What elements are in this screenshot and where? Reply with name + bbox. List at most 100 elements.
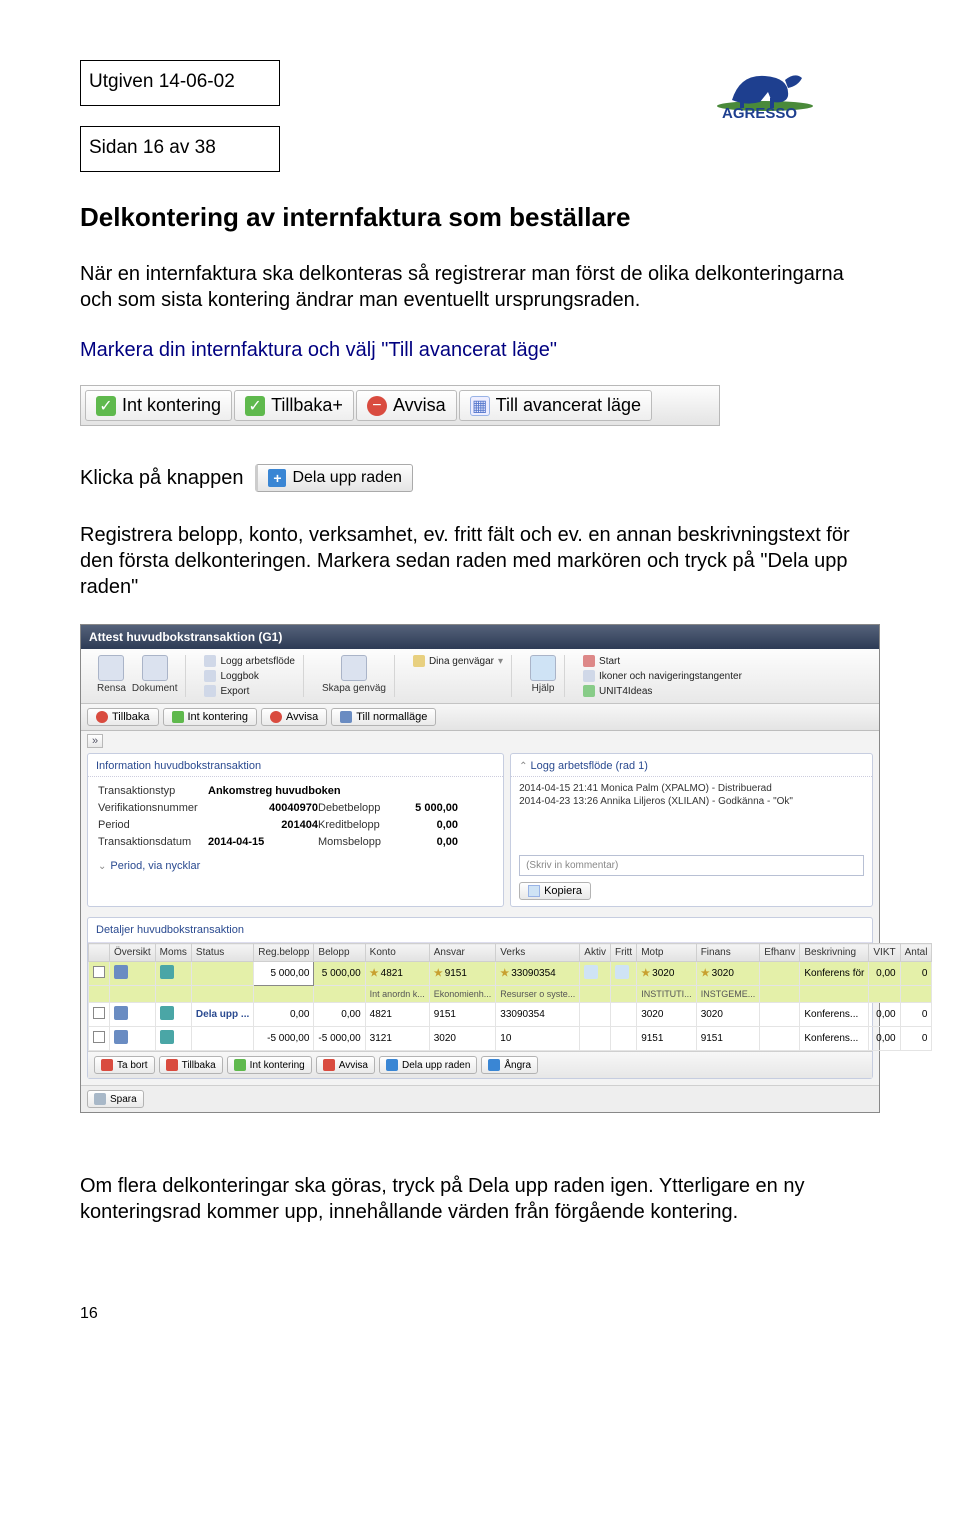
- overview-icon[interactable]: [114, 1006, 128, 1020]
- verifnr-value: 40040970: [208, 802, 318, 814]
- period-label: Period: [98, 819, 208, 831]
- tillbaka-plus-label: Tillbaka+: [271, 395, 343, 416]
- help-icon: [530, 655, 556, 681]
- rensa-button[interactable]: Rensa: [97, 655, 126, 694]
- tillbaka-plus-button[interactable]: ✓ Tillbaka+: [234, 390, 354, 421]
- document-icon: [142, 655, 168, 681]
- detail-table: Översikt Moms Status Reg.belopp Belopp K…: [88, 943, 932, 1051]
- int-kontering-button[interactable]: Int kontering: [163, 708, 258, 726]
- magnifier-icon: [204, 655, 216, 667]
- star-icon: [413, 655, 425, 667]
- moms-value: 0,00: [388, 836, 458, 848]
- start-link[interactable]: Start: [583, 655, 620, 667]
- info-pane-title: Information huvudbokstransaktion: [88, 754, 503, 777]
- kredit-value: 0,00: [388, 819, 458, 831]
- detail-title: Detaljer huvudbokstransaktion: [88, 918, 872, 943]
- check-icon: ✓: [245, 396, 265, 416]
- transdatum-value: 2014-04-15: [208, 836, 318, 848]
- check-icon: [234, 1059, 246, 1071]
- undo-icon: [488, 1059, 500, 1071]
- row-checkbox[interactable]: [93, 1007, 105, 1019]
- moms-icon[interactable]: [160, 965, 174, 979]
- chevron-down-icon: ⌄: [98, 861, 106, 872]
- info-icon: [583, 670, 595, 682]
- minus-icon: [96, 711, 108, 723]
- export-link[interactable]: Export: [204, 685, 249, 697]
- app-window: Attest huvudbokstransaktion (G1) Rensa D…: [80, 624, 880, 1113]
- dokument-label: Dokument: [132, 683, 178, 694]
- register-paragraph: Registrera belopp, konto, verksamhet, ev…: [80, 522, 880, 600]
- period-via-nycklar[interactable]: ⌄Period, via nycklar: [88, 856, 503, 880]
- unit4-link[interactable]: UNIT4Ideas: [583, 685, 652, 697]
- check-icon: ✓: [96, 396, 116, 416]
- minus-icon: [270, 711, 282, 723]
- grid-icon: [340, 711, 352, 723]
- angra-button[interactable]: Ångra: [481, 1056, 538, 1074]
- info-pane: Information huvudbokstransaktion Transak…: [87, 753, 504, 907]
- loggbok-link[interactable]: Loggbok: [204, 670, 258, 682]
- table-row[interactable]: Dela upp ... 0,00 0,00 4821 9151 3309035…: [89, 1003, 932, 1027]
- debet-label: Debetbelopp: [318, 802, 388, 814]
- logg-arbetsflode-link[interactable]: Logg arbetsflöde: [204, 655, 295, 667]
- int-kontering-button[interactable]: ✓ Int kontering: [85, 390, 232, 421]
- ikoner-link[interactable]: Ikoner och navigeringstangenter: [583, 670, 742, 682]
- verifnr-label: Verifikationsnummer: [98, 802, 208, 814]
- row-checkbox[interactable]: [93, 1031, 105, 1043]
- tillbaka-button[interactable]: Tillbaka: [87, 708, 159, 726]
- minus-icon: −: [367, 396, 387, 416]
- avvisa-button[interactable]: Avvisa: [261, 708, 327, 726]
- till-avancerat-button[interactable]: ▦ Till avancerat läge: [459, 390, 652, 421]
- spara-button[interactable]: Spara: [87, 1090, 144, 1108]
- home-icon: [583, 655, 595, 667]
- dela-upp-label: Dela upp raden: [292, 469, 401, 487]
- split-icon: [386, 1059, 398, 1071]
- action-toolbar: ✓ Int kontering ✓ Tillbaka+ − Avvisa ▦ T…: [80, 385, 720, 426]
- tillbaka-button[interactable]: Tillbaka: [159, 1056, 223, 1074]
- transaktionstyp-value: Ankomstreg huvudboken: [208, 785, 458, 797]
- moms-icon[interactable]: [160, 1030, 174, 1044]
- expand-toggle[interactable]: »: [87, 734, 103, 748]
- kopiera-button[interactable]: Kopiera: [519, 882, 591, 900]
- dela-upp-raden-button[interactable]: Dela upp raden: [379, 1056, 477, 1074]
- overview-icon[interactable]: [114, 1030, 128, 1044]
- ribbon: Rensa Dokument Logg arbetsflöde Loggbok …: [81, 649, 879, 704]
- table-row[interactable]: -5 000,00 -5 000,00 3121 3020 10 9151 91…: [89, 1027, 932, 1051]
- ta-bort-button[interactable]: Ta bort: [94, 1056, 155, 1074]
- lookup-icon[interactable]: [615, 965, 629, 979]
- log-pane-title: Logg arbetsflöde (rad 1): [531, 760, 648, 772]
- log-pane: ⌃ Logg arbetsflöde (rad 1) 2014-04-15 21…: [510, 753, 873, 907]
- dina-genvagar-link[interactable]: Dina genvägar▾: [413, 655, 503, 667]
- skapa-genvag-button[interactable]: Skapa genväg: [322, 683, 386, 694]
- int-kontering-button[interactable]: Int kontering: [227, 1056, 312, 1074]
- row-checkbox[interactable]: [93, 966, 105, 978]
- detail-toolbar: Ta bort Tillbaka Int kontering Avvisa De…: [88, 1051, 872, 1078]
- table-row-sub: Int anordn k... Ekonomienh... Resurser o…: [89, 986, 932, 1003]
- chevron-up-icon: ⌃: [519, 761, 527, 772]
- comment-input[interactable]: (Skriv in kommentar): [519, 855, 864, 876]
- magnifier-icon: [204, 670, 216, 682]
- transdatum-label: Transaktionsdatum: [98, 836, 208, 848]
- shortcut-icon: [341, 655, 367, 681]
- rensa-label: Rensa: [97, 683, 126, 694]
- period-value: 201404: [208, 819, 318, 831]
- logo: AGRESSO: [710, 60, 880, 120]
- normallage-button[interactable]: Till normalläge: [331, 708, 436, 726]
- moms-icon[interactable]: [160, 1006, 174, 1020]
- hjalp-button[interactable]: Hjälp: [532, 683, 555, 694]
- sub-toolbar: Tillbaka Int kontering Avvisa Till norma…: [81, 704, 879, 731]
- avvisa-label: Avvisa: [393, 395, 446, 416]
- svg-text:AGRESSO: AGRESSO: [722, 105, 797, 120]
- table-header-row: Översikt Moms Status Reg.belopp Belopp K…: [89, 944, 932, 962]
- footer-paragraph: Om flera delkonteringar ska göras, tryck…: [80, 1173, 880, 1225]
- intro-paragraph: När en internfaktura ska delkonteras så …: [80, 261, 880, 313]
- overview-icon[interactable]: [114, 965, 128, 979]
- click-instruction: Klicka på knappen: [80, 467, 243, 490]
- log-line: 2014-04-15 21:41 Monica Palm (XPALMO) - …: [519, 783, 864, 794]
- dela-upp-raden-button[interactable]: + Dela upp raden: [255, 464, 412, 492]
- avvisa-button[interactable]: Avvisa: [316, 1056, 375, 1074]
- dokument-button[interactable]: Dokument: [132, 655, 178, 694]
- avvisa-button[interactable]: − Avvisa: [356, 390, 457, 421]
- table-row[interactable]: 5 000,00 5 000,00 ★4821 ★9151 ★33090354 …: [89, 962, 932, 986]
- export-icon: [204, 685, 216, 697]
- lookup-icon[interactable]: [584, 965, 598, 979]
